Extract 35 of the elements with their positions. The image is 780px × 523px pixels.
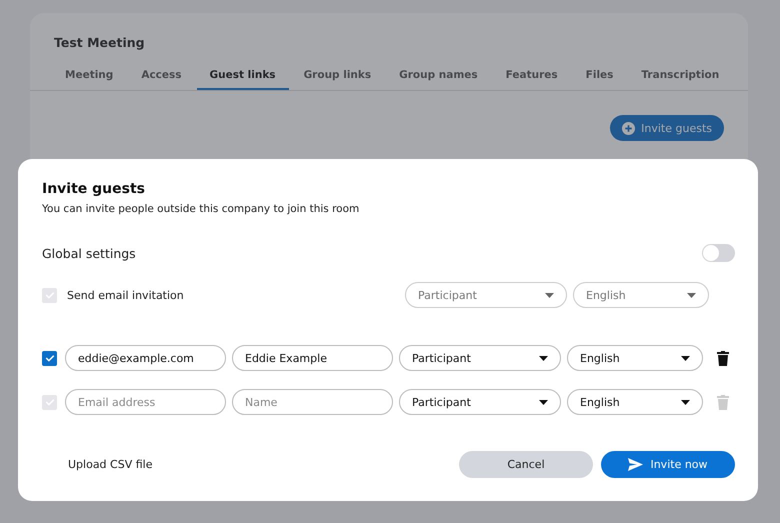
tab[interactable]: Meeting [52,64,126,90]
invite-now-button[interactable]: Invite now [601,451,735,478]
check-icon [44,352,56,364]
tab[interactable]: Group links [290,64,384,90]
plus-circle-icon [622,122,636,134]
cancel-button[interactable]: Cancel [459,451,593,478]
tab[interactable]: Group names [386,64,491,90]
send-email-label: Send email invitation [67,288,184,302]
dialog-title: Invite guests [42,181,146,197]
checkbox[interactable] [42,350,57,366]
role-dropdown[interactable]: Participant [399,345,561,371]
tab[interactable]: Transcription [628,64,732,90]
tab[interactable]: Guest links [196,64,289,90]
check-icon [44,289,56,301]
trash-icon[interactable] [717,350,729,366]
name-field[interactable]: Eddie Example [232,345,393,371]
check-icon [44,396,56,408]
caret-icon [687,292,696,298]
language-dropdown[interactable]: English [567,345,703,371]
tab[interactable]: Files [572,64,626,90]
upload-csv-link[interactable]: Upload CSV file [68,458,152,471]
dialog-subtitle: You can invite people outside this company to join this room [42,203,360,215]
toggle-switch[interactable] [702,244,735,262]
caret-icon [681,356,690,360]
caret-icon [539,356,548,360]
tab[interactable]: Features [492,64,571,90]
send-icon [628,458,644,471]
caret-icon [681,400,690,404]
email-field[interactable]: eddie@example.com [65,345,226,371]
global-settings-label: Global settings [42,246,136,260]
tab[interactable]: Access [128,64,195,90]
meeting-title: Test Meeting [53,34,146,50]
caret-icon [545,292,554,298]
invite-guests-button[interactable]: Invite guests [610,115,724,141]
caret-icon [539,400,548,404]
